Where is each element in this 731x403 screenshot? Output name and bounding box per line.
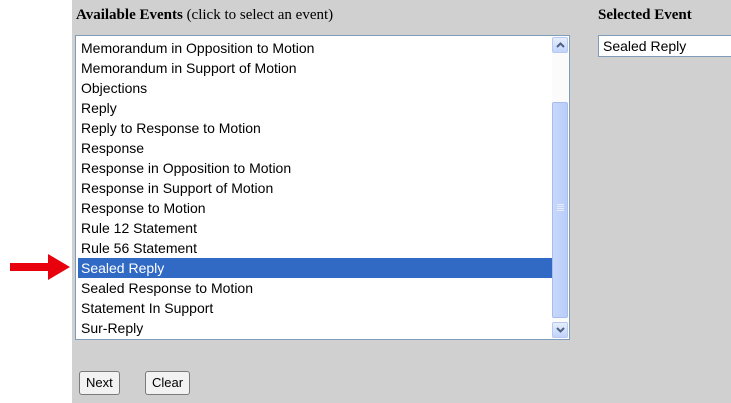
event-option[interactable]: Sur-Reply	[78, 318, 554, 338]
chevron-up-icon	[556, 42, 565, 48]
event-option[interactable]: Statement In Support	[78, 298, 554, 318]
listbox-scrollbar[interactable]	[552, 37, 568, 338]
selected-events-header: Selected Event	[598, 7, 692, 23]
grip-icon	[557, 204, 564, 211]
event-option[interactable]: Rule 12 Statement	[78, 218, 554, 238]
available-events-title: Available Events	[76, 7, 183, 23]
selected-events-listbox[interactable]: Sealed Reply	[598, 35, 731, 57]
selected-event-item[interactable]: Sealed Reply	[603, 36, 731, 56]
event-option[interactable]: Reply to Response to Motion	[78, 118, 554, 138]
scroll-up-button[interactable]	[552, 37, 568, 53]
event-option-selected[interactable]: Sealed Reply	[78, 258, 554, 278]
chevron-down-icon	[556, 327, 565, 333]
event-option[interactable]: Response in Opposition to Motion	[78, 158, 554, 178]
scroll-thumb[interactable]	[552, 102, 568, 318]
event-option[interactable]: Rule 56 Statement	[78, 238, 554, 258]
event-option[interactable]: Sealed Response to Motion	[78, 278, 554, 298]
scroll-down-button[interactable]	[552, 322, 568, 338]
clear-button[interactable]: Clear	[145, 371, 191, 395]
available-events-header: Available Events (click to select an eve…	[76, 7, 333, 24]
event-option[interactable]: Response in Support of Motion	[78, 178, 554, 198]
available-events-listbox[interactable]: Memorandum in Opposition to Motion Memora…	[75, 35, 570, 340]
event-option[interactable]: Response	[78, 138, 554, 158]
event-option[interactable]: Memorandum in Support of Motion	[78, 58, 554, 78]
red-arrow-icon	[10, 254, 70, 280]
event-option[interactable]: Objections	[78, 78, 554, 98]
available-events-hint: (click to select an event)	[186, 7, 334, 23]
event-option[interactable]: Reply	[78, 98, 554, 118]
event-option[interactable]: Response to Motion	[78, 198, 554, 218]
event-option[interactable]: Memorandum in Opposition to Motion	[78, 38, 554, 58]
next-button[interactable]: Next	[79, 371, 120, 395]
